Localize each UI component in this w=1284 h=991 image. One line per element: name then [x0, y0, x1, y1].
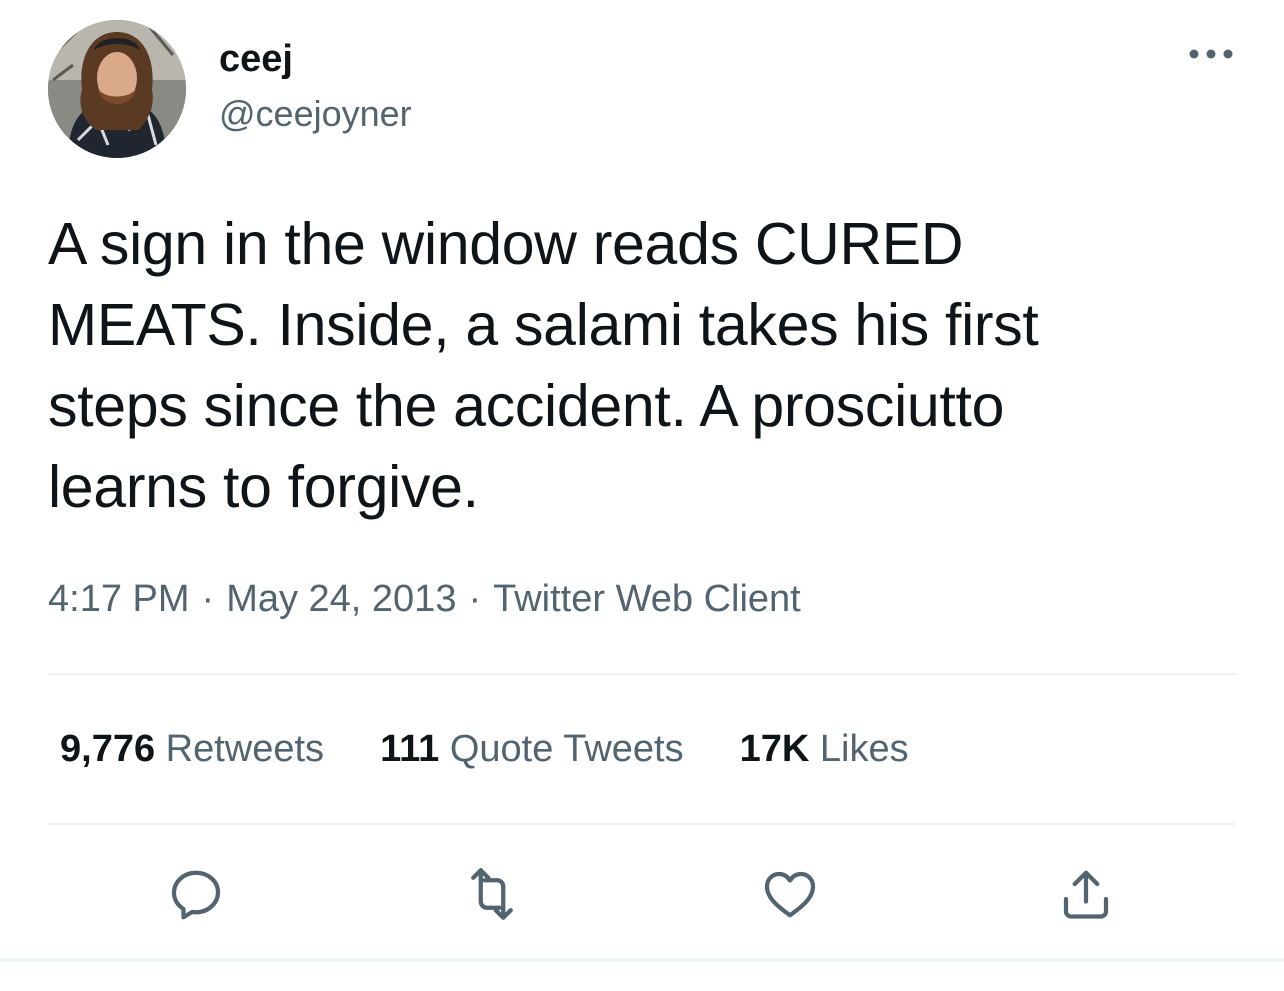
retweet-icon — [471, 868, 513, 920]
tweet-text: A sign in the window reads CURED MEATS. … — [48, 211, 1039, 520]
retweets-count: 9,776 — [60, 728, 156, 770]
tweet-time[interactable]: 4:17 PM — [48, 578, 190, 620]
share-icon — [1063, 870, 1109, 919]
avatar[interactable] — [48, 20, 186, 158]
tweet-stats: 9,776 Retweets 111 Quote Tweets 17K Like… — [60, 726, 965, 772]
quote-tweets-count: 111 — [380, 728, 440, 770]
retweet-button[interactable] — [460, 862, 524, 926]
retweets-stat[interactable]: 9,776 Retweets — [60, 726, 324, 772]
tweet-date[interactable]: May 24, 2013 — [226, 578, 456, 620]
bottom-divider — [0, 958, 1284, 962]
share-button[interactable] — [1054, 862, 1118, 926]
heart-icon — [764, 871, 816, 918]
more-horizontal-icon — [1189, 49, 1233, 59]
likes-count: 17K — [739, 728, 810, 770]
likes-label: Likes — [819, 728, 909, 770]
likes-stat[interactable]: 17K Likes — [740, 726, 909, 772]
divider — [48, 673, 1236, 675]
reply-icon — [171, 870, 221, 920]
author-handle[interactable]: @ceejoyner — [219, 93, 412, 135]
tweet-actions — [0, 862, 1284, 926]
meta-separator: · — [468, 578, 482, 620]
avatar-photo — [48, 20, 186, 158]
reply-button[interactable] — [164, 862, 228, 926]
tweet-source[interactable]: Twitter Web Client — [493, 578, 801, 620]
tweet-metadata: 4:17 PM · May 24, 2013 · Twitter Web Client — [48, 576, 801, 622]
quote-tweets-stat[interactable]: 111 Quote Tweets — [380, 726, 684, 772]
divider — [48, 823, 1236, 825]
quote-tweets-label: Quote Tweets — [449, 728, 684, 770]
author-display-name[interactable]: ceej — [219, 37, 293, 81]
retweets-label: Retweets — [165, 728, 325, 770]
more-options-button[interactable] — [1186, 36, 1236, 72]
meta-separator: · — [201, 578, 215, 620]
like-button[interactable] — [758, 862, 822, 926]
